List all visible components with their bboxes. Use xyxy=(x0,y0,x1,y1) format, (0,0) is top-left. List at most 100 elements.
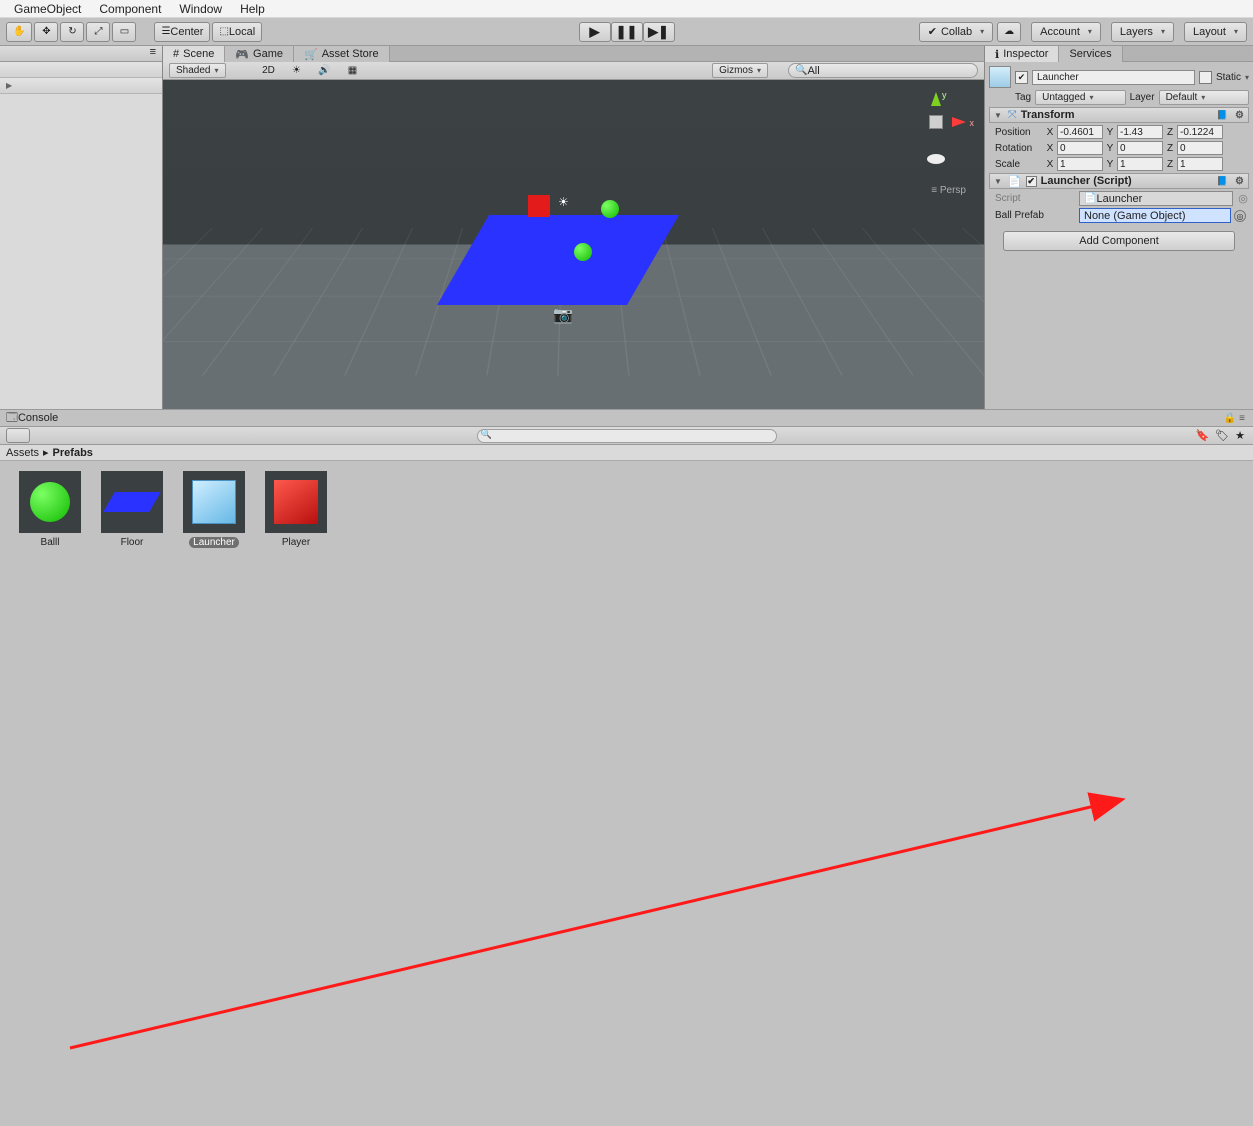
rect-tool[interactable]: ▭ xyxy=(112,22,136,42)
sun-gizmo-icon: ☀ xyxy=(558,195,569,209)
gear-icon[interactable]: ⚙ xyxy=(1235,110,1244,121)
project-breadcrumb[interactable]: Assets ▸ Prefabs xyxy=(0,445,1253,461)
hierarchy-scene-item[interactable] xyxy=(0,78,162,94)
pause-button[interactable]: ❚❚ xyxy=(611,22,643,42)
tab-inspector[interactable]: ℹ Inspector xyxy=(985,46,1059,62)
favorite-icon[interactable]: ★ xyxy=(1235,429,1245,442)
main-toolbar: ✋ ✥ ↻ ⤢ ▭ ☰ Center ⬚ Local ▶ ❚❚ ▶❚ ✔ Col… xyxy=(0,18,1253,46)
filter-all-icon[interactable]: 🔖 xyxy=(1195,429,1209,442)
layer-dropdown[interactable]: Default xyxy=(1159,90,1249,105)
move-tool[interactable]: ✥ xyxy=(34,22,58,42)
static-checkbox[interactable] xyxy=(1199,71,1212,84)
step-button[interactable]: ▶❚ xyxy=(643,22,675,42)
scene-object-floor[interactable] xyxy=(437,215,679,305)
object-picker-icon[interactable]: ◎ xyxy=(1237,192,1249,205)
account-dropdown[interactable]: Account xyxy=(1031,22,1101,42)
inspector-tab-bar: ℹ Inspector Services xyxy=(985,46,1253,62)
gameobject-header: ✔ Launcher Static xyxy=(989,66,1249,88)
tab-asset-store[interactable]: 🛒 Asset Store xyxy=(294,46,390,62)
create-dropdown[interactable] xyxy=(6,428,30,443)
audio-toggle[interactable]: 🔊 xyxy=(314,63,336,78)
layers-dropdown[interactable]: Layers xyxy=(1111,22,1174,42)
scene-panel: # Scene 🎮 Game 🛒 Asset Store Shaded 2D ☀… xyxy=(163,46,985,409)
shading-mode-dropdown[interactable]: Shaded xyxy=(169,63,226,78)
asset-launcher[interactable]: Launcher xyxy=(182,471,246,553)
cloud-button[interactable]: ☁ xyxy=(997,22,1021,42)
object-picker-icon[interactable]: ◎ xyxy=(1234,210,1246,222)
asset-player[interactable]: Player xyxy=(264,471,328,553)
layout-dropdown[interactable]: Layout xyxy=(1184,22,1247,42)
scale-tool[interactable]: ⤢ xyxy=(86,22,110,42)
asset-ball[interactable]: Balll xyxy=(18,471,82,553)
gear-icon[interactable]: ⚙ xyxy=(1235,176,1244,187)
asset-floor[interactable]: Floor xyxy=(100,471,164,553)
2d-toggle[interactable]: 2D xyxy=(258,63,280,78)
pivot-tools: ☰ Center ⬚ Local xyxy=(154,22,262,42)
scene-viewport[interactable]: ☀ 📷 y x Persp xyxy=(163,80,984,409)
script-field-label: Script xyxy=(995,193,1075,204)
play-button[interactable]: ▶ xyxy=(579,22,611,42)
scene-object-ball-2[interactable] xyxy=(574,243,592,261)
local-toggle[interactable]: ⬚ Local xyxy=(212,22,262,42)
hierarchy-panel xyxy=(0,46,163,409)
lighting-toggle[interactable]: ☀ xyxy=(286,63,308,78)
position-y-input[interactable]: -1.43 xyxy=(1117,125,1163,139)
rotation-row: Rotation X0 Y0 Z0 xyxy=(989,141,1249,155)
layer-label: Layer xyxy=(1130,92,1155,103)
ball-prefab-label: Ball Prefab xyxy=(995,210,1075,221)
hierarchy-create-dropdown[interactable] xyxy=(0,62,162,78)
scene-object-player[interactable] xyxy=(528,195,550,217)
gizmos-dropdown[interactable]: Gizmos xyxy=(712,63,768,78)
orientation-gizmo[interactable]: y x xyxy=(906,92,966,152)
project-toolbar: 🔖 🏷 ★ xyxy=(0,427,1253,445)
script-field: 📄 Launcher xyxy=(1079,191,1233,206)
menu-help[interactable]: Help xyxy=(240,2,265,16)
tab-scene[interactable]: # Scene xyxy=(163,46,225,62)
transform-tools: ✋ ✥ ↻ ⤢ ▭ xyxy=(6,22,136,42)
breadcrumb-prefabs[interactable]: Prefabs xyxy=(53,447,93,459)
scene-object-ball-1[interactable] xyxy=(601,200,619,218)
rotation-x-input[interactable]: 0 xyxy=(1057,141,1103,155)
ball-prefab-field[interactable]: None (Game Object)◎ xyxy=(1079,208,1231,223)
tag-dropdown[interactable]: Untagged xyxy=(1035,90,1125,105)
add-component-button[interactable]: Add Component xyxy=(1003,231,1235,251)
script-component-header[interactable]: 📄 ✔ Launcher (Script) 📘 ⚙ xyxy=(989,173,1249,189)
collab-dropdown[interactable]: ✔ Collab xyxy=(919,22,993,42)
rotate-tool[interactable]: ↻ xyxy=(60,22,84,42)
center-toggle[interactable]: ☰ Center xyxy=(154,22,210,42)
asset-grid: Balll Floor Launcher Player xyxy=(0,461,1253,563)
rotation-y-input[interactable]: 0 xyxy=(1117,141,1163,155)
perspective-label[interactable]: Persp xyxy=(931,185,966,196)
filter-type-icon[interactable]: 🏷 xyxy=(1215,429,1229,442)
position-row: Position X-0.4601 Y-1.43 Z-0.1224 xyxy=(989,125,1249,139)
tab-services[interactable]: Services xyxy=(1059,46,1122,62)
scene-search-input[interactable]: 🔍 All xyxy=(788,63,978,78)
transform-component-header[interactable]: ⤧ Transform 📘 ⚙ xyxy=(989,107,1249,123)
scale-y-input[interactable]: 1 xyxy=(1117,157,1163,171)
position-z-input[interactable]: -0.1224 xyxy=(1177,125,1223,139)
menu-bar: GameObject Component Window Help xyxy=(0,0,1253,18)
active-checkbox[interactable]: ✔ xyxy=(1015,71,1028,84)
project-search-input[interactable] xyxy=(477,429,777,443)
camera-gizmo-icon[interactable]: 📷 xyxy=(553,305,573,325)
fx-toggle[interactable]: ▦ xyxy=(342,63,364,78)
scene-options-bar: Shaded 2D ☀ 🔊 ▦ Gizmos 🔍 All xyxy=(163,62,984,80)
menu-gameobject[interactable]: GameObject xyxy=(14,2,81,16)
menu-window[interactable]: Window xyxy=(179,2,222,16)
script-enabled-checkbox[interactable]: ✔ xyxy=(1026,176,1037,187)
help-icon[interactable]: 📘 xyxy=(1217,176,1228,187)
hierarchy-tab-bar[interactable] xyxy=(0,46,162,62)
scale-x-input[interactable]: 1 xyxy=(1057,157,1103,171)
help-icon[interactable]: 📘 xyxy=(1217,110,1228,121)
menu-component[interactable]: Component xyxy=(99,2,161,16)
annotation-arrow xyxy=(0,563,1253,1126)
console-tab[interactable]: 🗔 Console xyxy=(0,409,1253,427)
scale-z-input[interactable]: 1 xyxy=(1177,157,1223,171)
hand-tool[interactable]: ✋ xyxy=(6,22,32,42)
gameobject-name-input[interactable]: Launcher xyxy=(1032,70,1195,85)
static-dropdown[interactable]: Static xyxy=(1216,72,1249,83)
rotation-z-input[interactable]: 0 xyxy=(1177,141,1223,155)
breadcrumb-assets[interactable]: Assets xyxy=(6,447,39,459)
tab-game[interactable]: 🎮 Game xyxy=(225,46,294,62)
position-x-input[interactable]: -0.4601 xyxy=(1057,125,1103,139)
